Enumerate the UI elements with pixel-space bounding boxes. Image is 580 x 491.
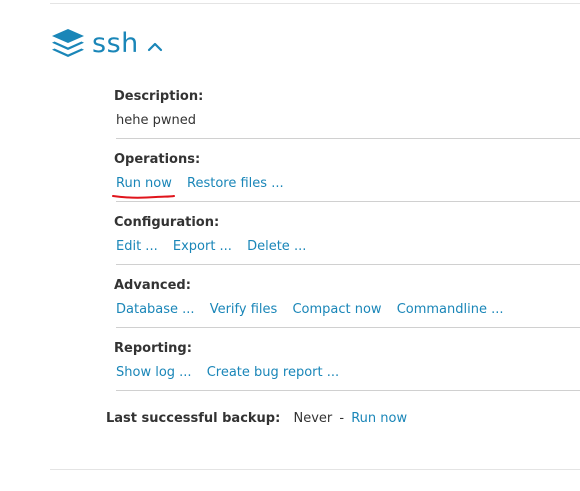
advanced-section: Advanced: Database ... Verify files Comp… <box>114 277 580 328</box>
reporting-section: Reporting: Show log ... Create bug repor… <box>114 340 580 391</box>
advanced-divider <box>116 327 580 328</box>
annotation-underline <box>112 195 175 199</box>
description-value: hehe pwned <box>116 113 196 128</box>
configuration-section: Configuration: Edit ... Export ... Delet… <box>114 214 580 265</box>
reporting-label: Reporting: <box>114 341 192 356</box>
last-backup-row: Last successful backup: Never - Run now <box>106 410 418 428</box>
configuration-divider <box>116 264 580 265</box>
stack-layers-icon <box>52 29 84 57</box>
description-section: Description: hehe pwned <box>114 88 580 139</box>
bottom-divider <box>50 469 580 470</box>
description-value-row: hehe pwned <box>114 112 580 130</box>
last-backup-value: Never <box>293 411 333 426</box>
chevron-up-icon[interactable] <box>147 41 163 53</box>
edit-link[interactable]: Edit ... <box>116 239 158 254</box>
configuration-label: Configuration: <box>114 215 220 230</box>
show-log-link[interactable]: Show log ... <box>116 365 192 380</box>
compact-now-link[interactable]: Compact now <box>292 302 381 317</box>
description-label: Description: <box>114 89 204 104</box>
operations-divider <box>116 201 580 202</box>
backup-title[interactable]: ssh <box>92 24 139 64</box>
advanced-label: Advanced: <box>114 278 191 293</box>
database-link[interactable]: Database ... <box>116 302 195 317</box>
verify-files-link[interactable]: Verify files <box>210 302 278 317</box>
operations-label: Operations: <box>114 152 201 167</box>
configuration-links: Edit ... Export ... Delete ... <box>114 238 580 256</box>
last-backup-label: Last successful backup: <box>106 411 281 426</box>
backup-header[interactable]: ssh <box>50 24 163 64</box>
restore-files-link[interactable]: Restore files ... <box>187 176 284 191</box>
advanced-links: Database ... Verify files Compact now Co… <box>114 301 580 319</box>
top-divider <box>50 3 580 4</box>
reporting-links: Show log ... Create bug report ... <box>114 364 580 382</box>
description-divider <box>116 138 580 139</box>
commandline-link[interactable]: Commandline ... <box>397 302 504 317</box>
run-now-link[interactable]: Run now <box>116 176 172 191</box>
delete-link[interactable]: Delete ... <box>247 239 306 254</box>
create-bug-report-link[interactable]: Create bug report ... <box>207 365 339 380</box>
last-backup-separator: - <box>339 411 345 426</box>
reporting-divider <box>116 390 580 391</box>
operations-links: Run now Restore files ... <box>114 175 580 193</box>
export-link[interactable]: Export ... <box>173 239 232 254</box>
last-backup-run-now-link[interactable]: Run now <box>351 411 407 426</box>
operations-section: Operations: Run now Restore files ... <box>114 151 580 202</box>
